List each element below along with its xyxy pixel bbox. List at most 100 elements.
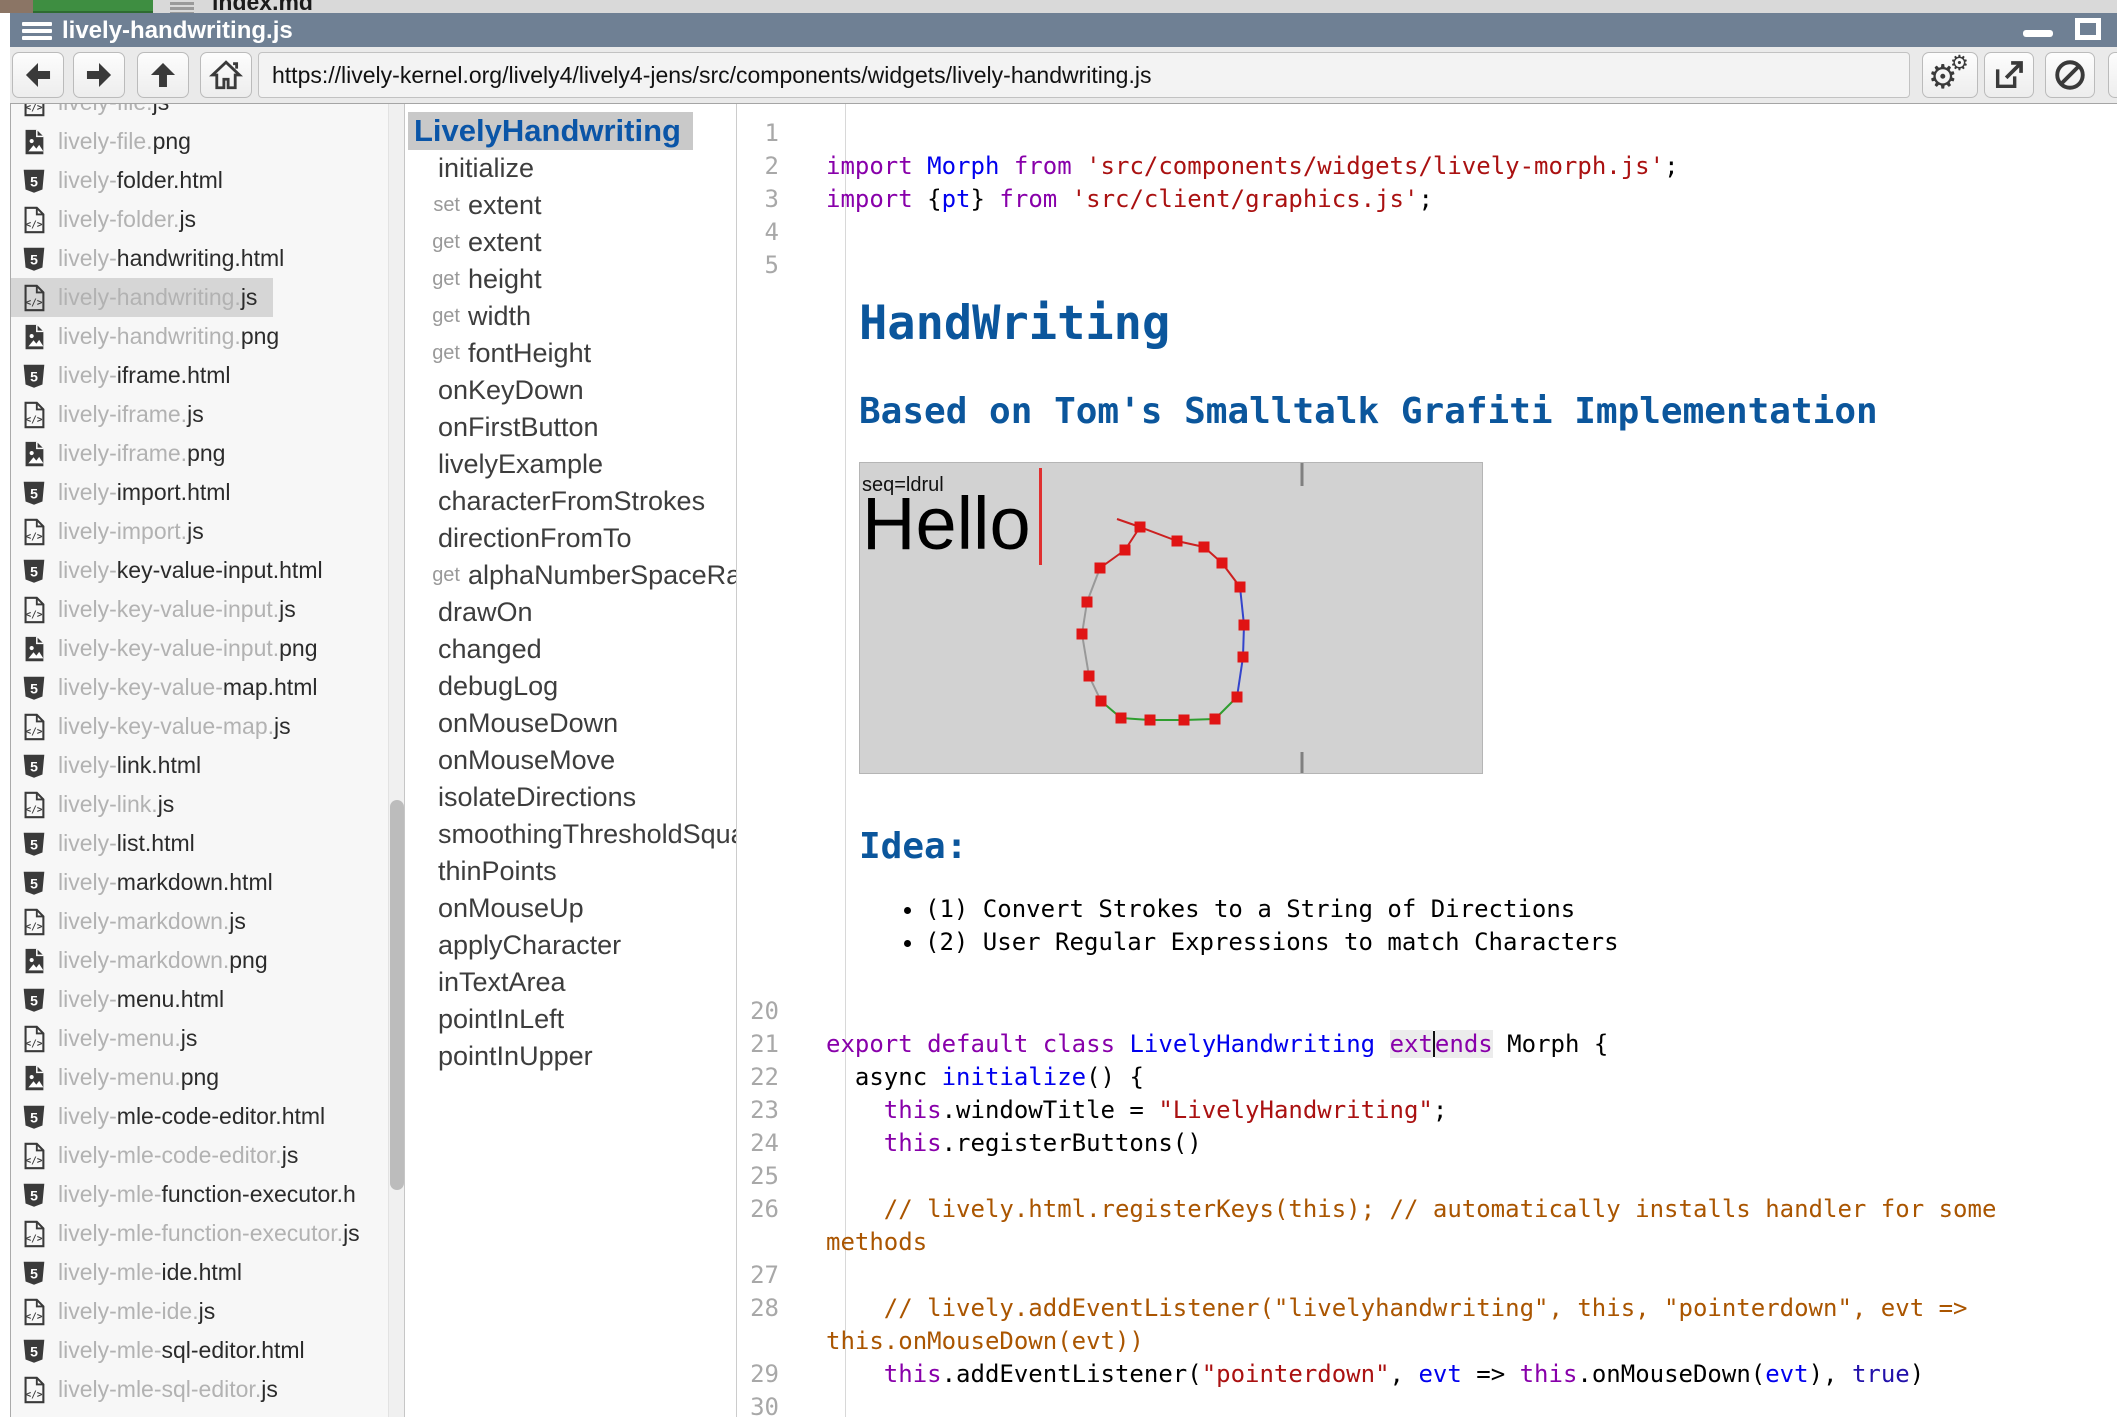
file-name: key-value-input.html <box>117 557 323 584</box>
file-item[interactable]: </>lively-iframe.js <box>11 395 404 434</box>
outline-method-item[interactable]: pointInLeft <box>406 1001 736 1038</box>
file-item[interactable]: 5lively-mle-function-executor.h <box>11 1175 404 1214</box>
outline-method-item[interactable]: onMouseDown <box>406 705 736 742</box>
file-item[interactable]: </>lively-file.js <box>11 104 404 122</box>
outline-method-item[interactable]: getextent <box>406 224 736 261</box>
code-line-row: 25 <box>737 1160 2117 1193</box>
file-item[interactable]: 5lively-mle-ide.html <box>11 1253 404 1292</box>
block-button[interactable] <box>2045 52 2095 98</box>
outline-method-item[interactable]: pointInUpper <box>406 1038 736 1075</box>
outline-method-item[interactable]: directionFromTo <box>406 520 736 557</box>
maximize-button[interactable] <box>2075 18 2101 40</box>
up-button[interactable] <box>137 52 189 98</box>
file-item[interactable]: </>lively-markdown.js <box>11 902 404 941</box>
file-item[interactable]: 5lively-link.html <box>11 746 404 785</box>
file-item[interactable]: 5lively-list.html <box>11 824 404 863</box>
file-item[interactable]: lively-key-value-input.png <box>11 629 404 668</box>
home-button[interactable] <box>200 52 252 98</box>
outline-class-item[interactable]: LivelyHandwriting <box>408 112 693 150</box>
outline-method-item[interactable]: onMouseUp <box>406 890 736 927</box>
file-item[interactable]: </>lively-link.js <box>11 785 404 824</box>
outline-method-item[interactable]: isolateDirections <box>406 779 736 816</box>
file-item[interactable]: lively-markdown.png <box>11 941 404 980</box>
file-name: png <box>153 128 191 155</box>
outline-method-item[interactable]: livelyExample <box>406 446 736 483</box>
file-name: js <box>187 401 204 428</box>
file-item[interactable]: 5lively-iframe.html <box>11 356 404 395</box>
clipped-toolbar-button[interactable] <box>2108 52 2117 98</box>
outline-method-item[interactable]: onKeyDown <box>406 372 736 409</box>
outline-method-item[interactable]: drawOn <box>406 594 736 631</box>
file-item[interactable]: </>lively-import.js <box>11 512 404 551</box>
url-input[interactable] <box>258 52 1910 98</box>
file-item[interactable]: 5lively-key-value-map.html <box>11 668 404 707</box>
window-titlebar: lively-handwriting.js <box>10 13 2117 47</box>
code-line-text: import Morph from 'src/components/widget… <box>812 150 2117 183</box>
file-item[interactable]: lively-iframe.png <box>11 434 404 473</box>
file-name-prefix: lively- <box>58 167 117 194</box>
file-name-prefix: lively-key-value-map. <box>58 713 274 740</box>
image-file-icon <box>19 946 49 976</box>
sidebar-scrollbar-track[interactable] <box>388 104 404 1417</box>
outline-method-item[interactable]: getheight <box>406 261 736 298</box>
outline-method-item[interactable]: debugLog <box>406 668 736 705</box>
method-name: onKeyDown <box>438 375 584 406</box>
open-external-button[interactable] <box>1984 52 2034 98</box>
file-item[interactable]: 5 <box>11 1409 404 1417</box>
code-line-row: 22 async initialize() { <box>737 1061 2117 1094</box>
outline-method-item[interactable]: setextent <box>406 187 736 224</box>
file-item[interactable]: </>lively-mle-function-executor.js <box>11 1214 404 1253</box>
image-file-icon <box>19 439 49 469</box>
file-item[interactable]: 5lively-markdown.html <box>11 863 404 902</box>
outline-method-item[interactable]: initialize <box>406 150 736 187</box>
file-item[interactable]: </>lively-mle-sql-editor.js <box>11 1370 404 1409</box>
file-item[interactable]: 5lively-menu.html <box>11 980 404 1019</box>
file-item[interactable]: lively-file.png <box>11 122 404 161</box>
method-name: height <box>468 264 542 295</box>
code-editor[interactable]: 12import Morph from 'src/components/widg… <box>737 104 2117 1417</box>
file-item[interactable]: </>lively-folder.js <box>11 200 404 239</box>
file-item[interactable]: lively-menu.png <box>11 1058 404 1097</box>
code-line-row: 21export default class LivelyHandwriting… <box>737 1028 2117 1061</box>
idea-bullet: (2) User Regular Expressions to match Ch… <box>925 926 2117 959</box>
back-button[interactable] <box>12 52 64 98</box>
outline-method-item[interactable]: thinPoints <box>406 853 736 890</box>
outline-method-item[interactable]: onMouseMove <box>406 742 736 779</box>
hamburger-menu-icon[interactable] <box>22 19 52 41</box>
line-number: 22 <box>737 1061 812 1094</box>
minimize-button[interactable] <box>2023 30 2053 37</box>
settings-button[interactable]: ⚙⚙ <box>1922 52 1978 98</box>
code-line-row: 29 this.addEventListener("pointerdown", … <box>737 1358 2117 1391</box>
code-file-icon: </> <box>19 205 49 235</box>
outline-method-item[interactable]: inTextArea <box>406 964 736 1001</box>
file-item[interactable]: </>lively-menu.js <box>11 1019 404 1058</box>
forward-button[interactable] <box>73 52 125 98</box>
file-item[interactable]: 5lively-import.html <box>11 473 404 512</box>
file-name-prefix: lively-key-value-input. <box>58 596 279 623</box>
outline-method-item[interactable]: characterFromStrokes <box>406 483 736 520</box>
html-file-icon: 5 <box>19 985 49 1015</box>
line-number: 26 <box>737 1193 812 1259</box>
file-item[interactable]: lively-handwriting.png <box>11 317 404 356</box>
outline-method-item[interactable]: smoothingThresholdSqua <box>406 816 736 853</box>
file-item[interactable]: 5lively-mle-code-editor.html <box>11 1097 404 1136</box>
file-item[interactable]: </>lively-key-value-map.js <box>11 707 404 746</box>
html-file-icon: 5 <box>19 556 49 586</box>
file-item[interactable]: 5lively-folder.html <box>11 161 404 200</box>
file-item[interactable]: </>lively-mle-ide.js <box>11 1292 404 1331</box>
outline-method-item[interactable]: getwidth <box>406 298 736 335</box>
outline-method-item[interactable]: changed <box>406 631 736 668</box>
code-lines-bottom: 2021export default class LivelyHandwriti… <box>737 995 2117 1417</box>
file-item[interactable]: </>lively-mle-code-editor.js <box>11 1136 404 1175</box>
sidebar-scrollbar-thumb[interactable] <box>390 800 404 1190</box>
code-line-text: this.addEventListener("pointerdown", evt… <box>812 1358 2117 1391</box>
outline-method-item[interactable]: applyCharacter <box>406 927 736 964</box>
outline-method-item[interactable]: onFirstButton <box>406 409 736 446</box>
outline-method-item[interactable]: getfontHeight <box>406 335 736 372</box>
outline-method-item[interactable]: getalphaNumberSpaceRa <box>406 557 736 594</box>
file-item[interactable]: 5lively-handwriting.html <box>11 239 404 278</box>
file-item[interactable]: 5lively-key-value-input.html <box>11 551 404 590</box>
file-item[interactable]: </>lively-key-value-input.js <box>11 590 404 629</box>
file-item-selected[interactable]: </>lively-handwriting.js <box>11 278 273 317</box>
file-item[interactable]: 5lively-mle-sql-editor.html <box>11 1331 404 1370</box>
